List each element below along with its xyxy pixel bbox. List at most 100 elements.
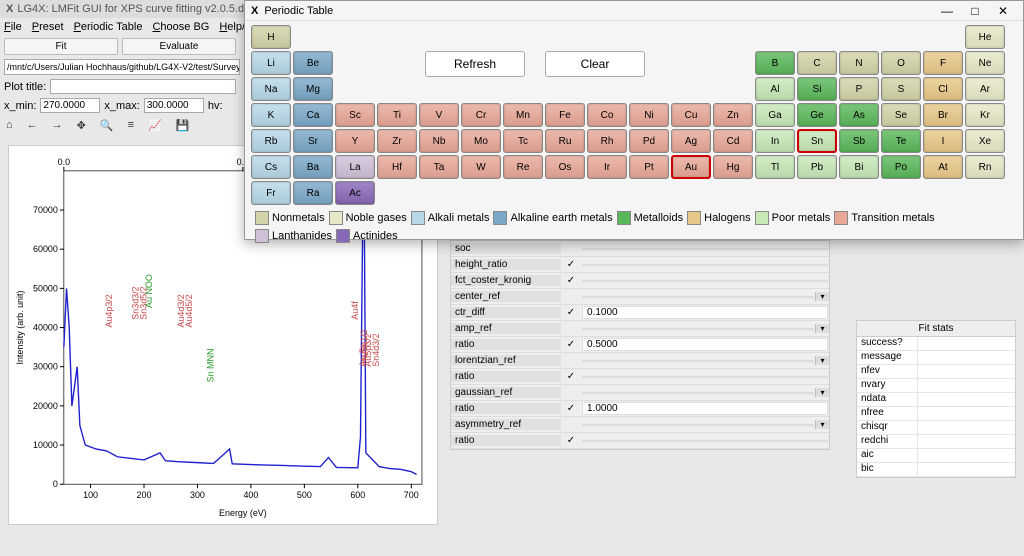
- param-checkbox[interactable]: ✓: [561, 307, 581, 318]
- param-checkbox[interactable]: ✓: [561, 339, 581, 350]
- chevron-down-icon[interactable]: ▾: [815, 292, 829, 301]
- element-nb[interactable]: Nb: [419, 129, 459, 153]
- element-fr[interactable]: Fr: [251, 181, 291, 205]
- param-value[interactable]: [582, 424, 814, 426]
- element-ac[interactable]: Ac: [335, 181, 375, 205]
- element-sn[interactable]: Sn: [797, 129, 837, 153]
- element-ca[interactable]: Ca: [293, 103, 333, 127]
- fit-button[interactable]: Fit: [4, 38, 118, 55]
- element-ge[interactable]: Ge: [797, 103, 837, 127]
- chevron-down-icon[interactable]: ▾: [815, 388, 829, 397]
- element-si[interactable]: Si: [797, 77, 837, 101]
- element-zn[interactable]: Zn: [713, 103, 753, 127]
- element-kr[interactable]: Kr: [965, 103, 1005, 127]
- zoom-icon[interactable]: 🔍: [100, 119, 114, 132]
- element-ar[interactable]: Ar: [965, 77, 1005, 101]
- element-na[interactable]: Na: [251, 77, 291, 101]
- param-value[interactable]: [582, 296, 814, 298]
- minimize-icon[interactable]: —: [933, 4, 961, 18]
- element-cd[interactable]: Cd: [713, 129, 753, 153]
- element-po[interactable]: Po: [881, 155, 921, 179]
- element-ra[interactable]: Ra: [293, 181, 333, 205]
- file-path-input[interactable]: /mnt/c/Users/Julian Hochhaus/github/LG4X…: [4, 59, 240, 75]
- element-br[interactable]: Br: [923, 103, 963, 127]
- element-h[interactable]: H: [251, 25, 291, 49]
- menu-periodic-table[interactable]: Periodic Table: [74, 21, 143, 33]
- param-value[interactable]: [582, 360, 814, 362]
- element-mg[interactable]: Mg: [293, 77, 333, 101]
- chevron-down-icon[interactable]: ▾: [815, 420, 829, 429]
- element-c[interactable]: C: [797, 51, 837, 75]
- clear-button[interactable]: Clear: [545, 51, 645, 77]
- element-ir[interactable]: Ir: [587, 155, 627, 179]
- element-ti[interactable]: Ti: [377, 103, 417, 127]
- forward-icon[interactable]: →: [52, 119, 63, 132]
- xmin-input[interactable]: [40, 98, 100, 113]
- element-i[interactable]: I: [923, 129, 963, 153]
- param-value[interactable]: 0.1000: [582, 306, 828, 319]
- element-hg[interactable]: Hg: [713, 155, 753, 179]
- element-li[interactable]: Li: [251, 51, 291, 75]
- maximize-icon[interactable]: □: [961, 4, 989, 18]
- param-value[interactable]: [582, 264, 828, 266]
- element-zr[interactable]: Zr: [377, 129, 417, 153]
- element-p[interactable]: P: [839, 77, 879, 101]
- back-icon[interactable]: ←: [27, 119, 38, 132]
- element-se[interactable]: Se: [881, 103, 921, 127]
- param-value[interactable]: [582, 280, 828, 282]
- xmax-input[interactable]: [144, 98, 204, 113]
- pan-icon[interactable]: ✥: [77, 119, 86, 132]
- element-w[interactable]: W: [461, 155, 501, 179]
- element-s[interactable]: S: [881, 77, 921, 101]
- element-tl[interactable]: Tl: [755, 155, 795, 179]
- element-bi[interactable]: Bi: [839, 155, 879, 179]
- element-v[interactable]: V: [419, 103, 459, 127]
- param-value[interactable]: 1.0000: [582, 402, 828, 415]
- element-f[interactable]: F: [923, 51, 963, 75]
- chevron-down-icon[interactable]: ▾: [815, 356, 829, 365]
- home-icon[interactable]: ⌂: [6, 119, 13, 132]
- element-he[interactable]: He: [965, 25, 1005, 49]
- close-icon[interactable]: ✕: [989, 4, 1017, 18]
- element-y[interactable]: Y: [335, 129, 375, 153]
- element-re[interactable]: Re: [503, 155, 543, 179]
- param-value[interactable]: [582, 440, 828, 442]
- menu-file[interactable]: File: [4, 21, 22, 33]
- param-checkbox[interactable]: ✓: [561, 435, 581, 446]
- element-o[interactable]: O: [881, 51, 921, 75]
- element-pt[interactable]: Pt: [629, 155, 669, 179]
- element-rn[interactable]: Rn: [965, 155, 1005, 179]
- element-pb[interactable]: Pb: [797, 155, 837, 179]
- element-cs[interactable]: Cs: [251, 155, 291, 179]
- menu-choose-bg[interactable]: Choose BG: [152, 21, 209, 33]
- element-cu[interactable]: Cu: [671, 103, 711, 127]
- element-mo[interactable]: Mo: [461, 129, 501, 153]
- element-in[interactable]: In: [755, 129, 795, 153]
- element-mn[interactable]: Mn: [503, 103, 543, 127]
- save-icon[interactable]: 💾: [176, 119, 190, 132]
- element-rb[interactable]: Rb: [251, 129, 291, 153]
- element-au[interactable]: Au: [671, 155, 711, 179]
- chevron-down-icon[interactable]: ▾: [815, 324, 829, 333]
- param-checkbox[interactable]: ✓: [561, 275, 581, 286]
- element-ag[interactable]: Ag: [671, 129, 711, 153]
- element-be[interactable]: Be: [293, 51, 333, 75]
- element-ni[interactable]: Ni: [629, 103, 669, 127]
- element-n[interactable]: N: [839, 51, 879, 75]
- element-sr[interactable]: Sr: [293, 129, 333, 153]
- element-k[interactable]: K: [251, 103, 291, 127]
- menu-preset[interactable]: Preset: [32, 21, 64, 33]
- element-cl[interactable]: Cl: [923, 77, 963, 101]
- param-value[interactable]: [582, 376, 828, 378]
- param-value[interactable]: [582, 392, 814, 394]
- edit-icon[interactable]: 📈: [148, 119, 162, 132]
- element-as[interactable]: As: [839, 103, 879, 127]
- element-ru[interactable]: Ru: [545, 129, 585, 153]
- param-value[interactable]: [582, 328, 814, 330]
- element-la[interactable]: La: [335, 155, 375, 179]
- element-ga[interactable]: Ga: [755, 103, 795, 127]
- element-sc[interactable]: Sc: [335, 103, 375, 127]
- element-co[interactable]: Co: [587, 103, 627, 127]
- element-ba[interactable]: Ba: [293, 155, 333, 179]
- element-sb[interactable]: Sb: [839, 129, 879, 153]
